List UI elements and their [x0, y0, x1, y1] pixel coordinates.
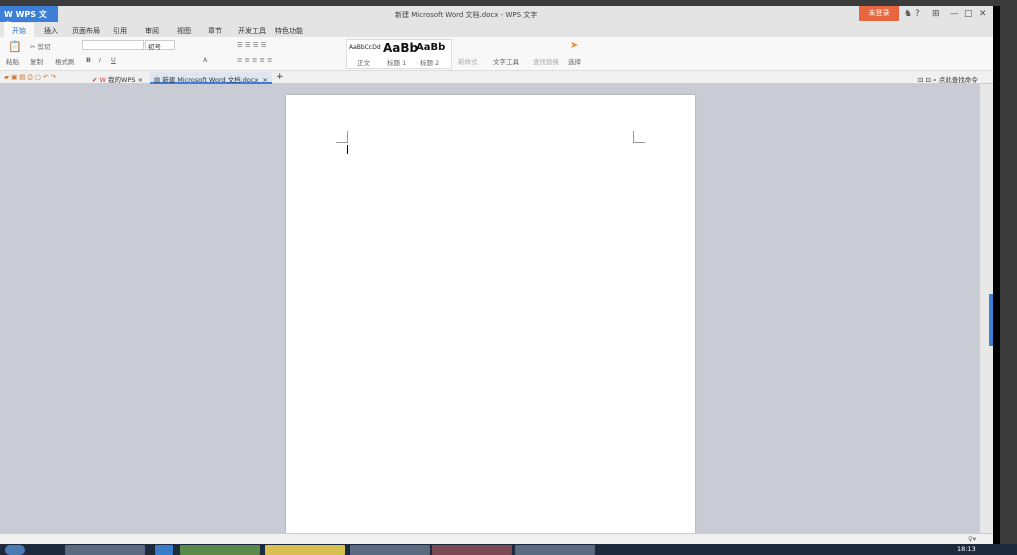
- restore-ribbon-icon[interactable]: ⊞: [932, 9, 940, 19]
- copy-button[interactable]: 复制: [30, 56, 43, 66]
- taskbar-item[interactable]: [180, 545, 260, 555]
- bullet-list-icon[interactable]: ☰ ☰ ☰ ☰: [237, 41, 267, 49]
- login-button[interactable]: 未登录: [859, 6, 899, 21]
- tab-features[interactable]: 特色功能: [275, 26, 303, 36]
- maximize-button[interactable]: □: [964, 9, 973, 19]
- document-page[interactable]: [286, 95, 695, 533]
- style-heading2-preview[interactable]: AaBb: [416, 42, 445, 53]
- select-button[interactable]: 选择: [568, 56, 581, 66]
- style-gallery: AaBbCcDd 正文 AaBb 标题 1 AaBb 标题 2: [346, 39, 452, 69]
- status-bar: ♀▾: [0, 533, 993, 544]
- tab-insert[interactable]: 插入: [44, 26, 58, 36]
- style-heading1[interactable]: 标题 1: [387, 57, 406, 67]
- tab-section[interactable]: 章节: [208, 26, 222, 36]
- taskbar-item[interactable]: [65, 545, 145, 555]
- underline-button[interactable]: U: [111, 56, 116, 64]
- paste-button[interactable]: 粘贴: [6, 56, 19, 66]
- skin-icon[interactable]: ♞: [904, 9, 912, 19]
- margin-mark-right: [633, 131, 645, 143]
- font-name-select[interactable]: [82, 40, 144, 50]
- tab-developer[interactable]: 开发工具: [238, 26, 266, 36]
- clock[interactable]: 18:13: [957, 545, 976, 553]
- taskbar: 18:13: [0, 544, 1017, 555]
- taskbar-item[interactable]: [265, 545, 345, 555]
- text-cursor: [347, 145, 348, 154]
- help-button[interactable]: ?: [915, 9, 920, 19]
- window-border: [993, 6, 1000, 544]
- ribbon: 📋 粘贴 ✂ 剪切 复制 格式刷 初号 B I U A ☰ ☰ ☰ ☰ ≡ ≡ …: [0, 37, 993, 71]
- style-heading2[interactable]: 标题 2: [420, 57, 439, 67]
- italic-button[interactable]: I: [99, 56, 101, 64]
- new-style-button[interactable]: 新样式: [458, 56, 478, 66]
- tab-view[interactable]: 视图: [177, 26, 191, 36]
- command-search[interactable]: ⊡ ⊡ ⌕ 点此查找命令: [914, 72, 982, 84]
- margin-mark-left: [336, 131, 348, 143]
- app-menu-button[interactable]: W WPS 文字 ▾: [0, 6, 58, 30]
- tab-home[interactable]: 开始: [4, 23, 34, 37]
- style-heading1-preview[interactable]: AaBb: [383, 41, 418, 55]
- find-replace-button[interactable]: 查找替换: [533, 56, 559, 66]
- close-button[interactable]: ✕: [979, 9, 987, 19]
- vertical-scrollbar[interactable]: [980, 84, 993, 533]
- window-title: 新建 Microsoft Word 文档.docx - WPS 文字: [395, 11, 538, 19]
- taskbar-item[interactable]: [350, 545, 430, 555]
- quick-tools-icons[interactable]: ▰ ▣ ▤ ⎙ ▢ ↶ ↷: [4, 73, 56, 82]
- title-bar: W WPS 文字 ▾ 新建 Microsoft Word 文档.docx - W…: [0, 6, 993, 30]
- taskbar-item[interactable]: [155, 545, 173, 555]
- text-tools-button[interactable]: 文字工具: [493, 56, 519, 66]
- wps-logo-icon: W: [4, 10, 16, 19]
- format-painter-button[interactable]: 格式刷: [55, 56, 75, 66]
- taskbar-item[interactable]: [515, 545, 595, 555]
- doc-tab-active[interactable]: ▤ 新建 Microsoft Word 文档.docx ×: [150, 72, 272, 84]
- tab-references[interactable]: 引用: [113, 26, 127, 36]
- paste-icon[interactable]: 📋: [8, 40, 22, 53]
- cut-button[interactable]: ✂ 剪切: [30, 41, 51, 51]
- font-size-select[interactable]: 初号: [145, 40, 175, 51]
- style-normal-preview[interactable]: AaBbCcDd: [349, 44, 381, 51]
- font-color-button[interactable]: A: [203, 56, 207, 64]
- quick-access-bar: ▰ ▣ ▤ ⎙ ▢ ↶ ↷ ✔ W 我的WPS × ▤ 新建 Microsoft…: [0, 71, 993, 84]
- bold-button[interactable]: B: [86, 56, 91, 64]
- menu-tabs: 开始 插入 页面布局 引用 审阅 视图 章节 开发工具 特色功能: [0, 23, 993, 37]
- start-button[interactable]: [5, 545, 25, 555]
- select-cursor-icon: ➤: [570, 40, 579, 51]
- align-icons[interactable]: ≡ ≡ ≡ ≡ ≡: [237, 56, 273, 64]
- style-normal[interactable]: 正文: [357, 57, 370, 67]
- wps-window: W WPS 文字 ▾ 新建 Microsoft Word 文档.docx - W…: [0, 6, 993, 544]
- document-area: [0, 84, 980, 533]
- new-tab-button[interactable]: +: [272, 70, 288, 82]
- status-tools-icon[interactable]: ♀▾: [968, 535, 976, 543]
- doc-tab-mywps[interactable]: ✔ W 我的WPS ×: [88, 72, 147, 84]
- tab-review[interactable]: 审阅: [145, 26, 159, 36]
- minimize-button[interactable]: —: [950, 9, 959, 19]
- taskbar-item[interactable]: [432, 545, 512, 555]
- tab-layout[interactable]: 页面布局: [72, 26, 100, 36]
